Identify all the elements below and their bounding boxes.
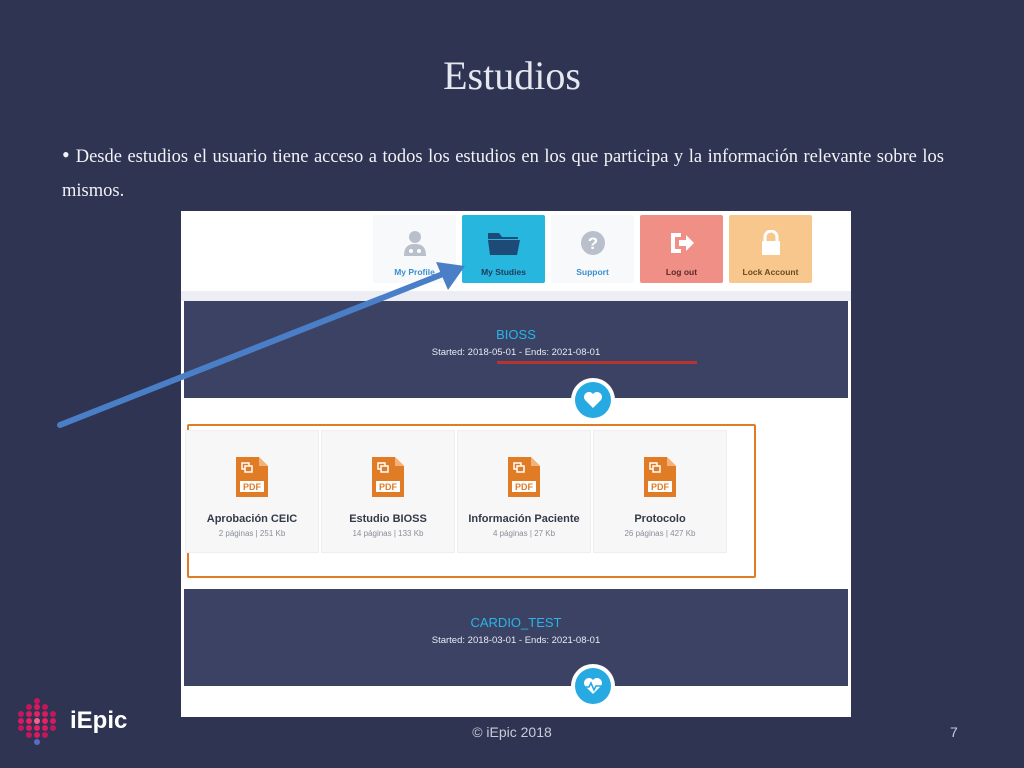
footer-copyright: © iEpic 2018: [472, 724, 552, 740]
document-info: 4 páginas | 27 Kb: [492, 529, 556, 538]
study-badge-cardio-test[interactable]: [571, 664, 615, 708]
svg-text:PDF: PDF: [243, 482, 262, 492]
heart-icon: [575, 382, 611, 418]
document-name: Estudio BIOSS: [349, 513, 427, 525]
slide-title: Estudios: [443, 53, 581, 98]
nav-label: My Profile: [394, 267, 435, 277]
nav-my-profile-button[interactable]: My Profile: [373, 215, 456, 283]
study-header-cardio-test[interactable]: CARDIO_TEST Started: 2018-03-01 - Ends: …: [184, 589, 848, 686]
lock-icon: [760, 229, 782, 257]
question-icon: ?: [580, 229, 606, 257]
svg-text:PDF: PDF: [515, 482, 534, 492]
document-card[interactable]: PDF Aprobación CEIC 2 páginas | 251 Kb: [185, 430, 319, 553]
bullet-text: Desde estudios el usuario tiene acceso a…: [62, 147, 944, 201]
heartbeat-icon: [575, 668, 611, 704]
study-header-bioss[interactable]: BIOSS Started: 2018-05-01 - Ends: 2021-0…: [184, 301, 848, 398]
nav-my-studies-button[interactable]: My Studies: [462, 215, 545, 283]
pdf-file-icon: PDF: [507, 456, 541, 503]
nav-support-button[interactable]: ? Support: [551, 215, 634, 283]
study-name: BIOSS: [496, 327, 536, 342]
nav-logout-button[interactable]: Log out: [640, 215, 723, 283]
pdf-file-icon: PDF: [643, 456, 677, 503]
document-card[interactable]: PDF Estudio BIOSS 14 páginas | 133 Kb: [321, 430, 455, 553]
document-card[interactable]: PDF Información Paciente 4 páginas | 27 …: [457, 430, 591, 553]
folder-icon: [486, 229, 522, 257]
dates-underline: [497, 361, 697, 364]
nav-label: Lock Account: [742, 267, 799, 277]
svg-text:?: ?: [587, 234, 597, 253]
nav-separator: [181, 291, 851, 301]
study-dates: Started: 2018-05-01 - Ends: 2021-08-01: [431, 347, 601, 358]
logout-icon: [668, 229, 696, 257]
document-info: 2 páginas | 251 Kb: [218, 529, 286, 538]
document-info: 14 páginas | 133 Kb: [352, 529, 424, 538]
nav-label: Log out: [665, 267, 698, 277]
study-badge-bioss[interactable]: [571, 378, 615, 422]
document-name: Aprobación CEIC: [206, 513, 298, 525]
nav-label: My Studies: [481, 267, 526, 277]
svg-text:PDF: PDF: [379, 482, 398, 492]
bullet-text-block: • Desde estudios el usuario tiene acceso …: [62, 138, 944, 208]
document-card[interactable]: PDF Protocolo 26 páginas | 427 Kb: [593, 430, 727, 553]
document-info: 26 páginas | 427 Kb: [624, 529, 696, 538]
app-screenshot: My Profile My Studies ? Support Log out …: [181, 211, 851, 717]
pdf-file-icon: PDF: [371, 456, 405, 503]
nav-lock-account-button[interactable]: Lock Account: [729, 215, 812, 283]
bullet-dot-icon: •: [62, 142, 70, 167]
doctor-icon: [402, 229, 428, 257]
document-name: Protocolo: [634, 513, 686, 525]
study-dates: Started: 2018-03-01 - Ends: 2021-08-01: [431, 635, 601, 646]
top-nav: My Profile My Studies ? Support Log out …: [181, 211, 851, 291]
document-name: Información Paciente: [468, 513, 580, 525]
page-number: 7: [950, 724, 958, 740]
svg-text:PDF: PDF: [651, 482, 670, 492]
nav-label: Support: [576, 267, 609, 277]
pdf-file-icon: PDF: [235, 456, 269, 503]
study-name: CARDIO_TEST: [470, 615, 562, 630]
